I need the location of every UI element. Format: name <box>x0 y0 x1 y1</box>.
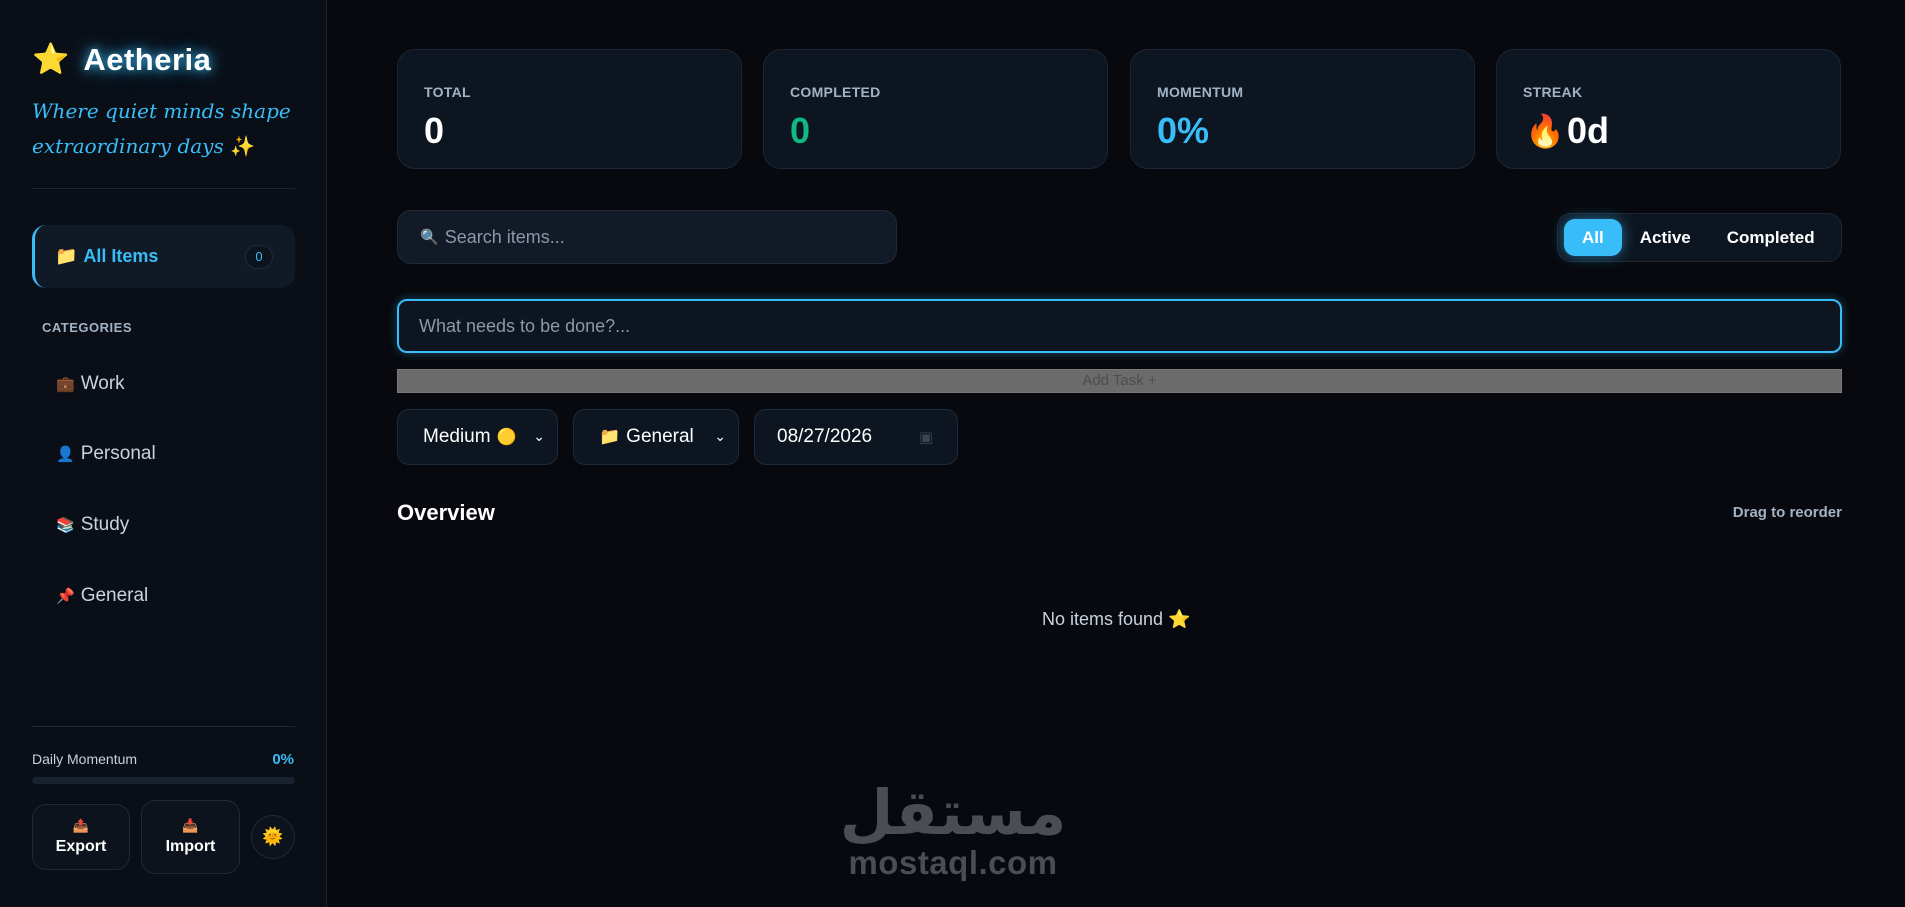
empty-state-text: No items found <box>1042 609 1164 629</box>
sidebar-item-label: Study <box>80 514 130 535</box>
stat-label: STREAK <box>1523 84 1583 100</box>
chevron-down-icon: ⌄ <box>714 428 726 444</box>
sidebar-item-label: General <box>80 585 149 606</box>
sidebar-item-label: All Items <box>83 246 159 266</box>
stat-card-streak: STREAK 🔥 0d <box>1496 49 1841 169</box>
sidebar-item-label: Personal <box>80 443 156 464</box>
stat-card-total: TOTAL 0 <box>397 49 742 169</box>
filter-all[interactable]: All <box>1564 219 1622 256</box>
categories-heading: CATEGORIES <box>42 320 132 335</box>
stat-card-momentum: MOMENTUM 0% <box>1130 49 1475 169</box>
add-task-button[interactable]: Add Task + <box>397 369 1842 393</box>
stat-label: TOTAL <box>424 84 471 100</box>
sidebar-item-study[interactable]: 📚 Study <box>56 514 129 536</box>
app-title: Aetheria <box>83 42 212 77</box>
books-icon: 📚 <box>56 517 75 534</box>
sidebar-item-all-items[interactable]: 📁 All Items 0 <box>32 225 295 288</box>
date-value: 08/27/2026 <box>777 426 873 447</box>
watermark-arabic: مستقل <box>839 776 1067 849</box>
sparkles-icon: ✨ <box>230 134 256 158</box>
stat-card-completed: COMPLETED 0 <box>763 49 1108 169</box>
search-input[interactable] <box>444 226 885 248</box>
stat-value: 0 <box>424 110 445 151</box>
sidebar-divider <box>32 188 295 189</box>
sidebar-item-personal[interactable]: 👤 Personal <box>56 443 156 465</box>
sidebar-item-general[interactable]: 📌 General <box>56 585 148 607</box>
yellow-circle-icon: 🟡 <box>496 429 517 446</box>
sidebar-item-work[interactable]: 💼 Work <box>56 373 125 395</box>
sidebar: ⭐ Aetheria Where quiet minds shape extra… <box>0 0 327 907</box>
folder-icon: 📁 <box>599 427 621 446</box>
filter-completed[interactable]: Completed <box>1709 219 1833 256</box>
drag-hint: Drag to reorder <box>1732 504 1842 521</box>
calendar-icon[interactable]: ▣ <box>919 428 933 446</box>
star-icon: ⭐ <box>32 43 70 76</box>
sidebar-divider <box>32 726 295 727</box>
watermark-latin: mostaql.com <box>848 844 1058 881</box>
pushpin-icon: 📌 <box>56 588 75 605</box>
fire-icon: 🔥 <box>1525 113 1565 149</box>
empty-state: No items found ⭐ <box>1042 609 1191 630</box>
watermark: مستقل mostaql.com <box>837 780 1069 880</box>
folder-icon: 📁 <box>55 246 78 266</box>
list-title: Overview <box>397 500 495 525</box>
daily-momentum-label: Daily Momentum <box>32 751 138 767</box>
category-select[interactable]: 📁 General ⌄ <box>573 409 739 465</box>
task-input-box <box>397 299 1842 353</box>
date-input[interactable]: 08/27/2026 ▣ <box>754 409 958 465</box>
stat-value: 0% <box>1157 110 1210 151</box>
tagline: Where quiet minds shape extraordinary da… <box>32 94 302 164</box>
brand: ⭐ Aetheria <box>32 42 211 78</box>
search-icon: 🔍 <box>420 229 439 246</box>
task-input[interactable] <box>419 315 1819 337</box>
chevron-down-icon: ⌄ <box>533 428 545 444</box>
daily-momentum-value: 0% <box>272 751 294 768</box>
stat-label: COMPLETED <box>790 84 881 100</box>
priority-value: Medium <box>423 426 491 447</box>
outbox-icon: 📤 <box>72 818 90 833</box>
import-button[interactable]: 📥 Import <box>141 800 240 874</box>
item-count-badge: 0 <box>245 245 273 269</box>
export-label: Export <box>55 838 107 855</box>
priority-select[interactable]: Medium 🟡 ⌄ <box>397 409 558 465</box>
stat-value: 0d <box>1567 110 1610 151</box>
sidebar-item-label: Work <box>80 373 125 394</box>
daily-momentum-progress <box>32 777 295 784</box>
category-value: General <box>626 426 694 447</box>
export-button[interactable]: 📤 Export <box>32 804 130 870</box>
filter-tabs: All Active Completed <box>1557 213 1842 262</box>
star-icon: ⭐ <box>1168 609 1191 629</box>
inbox-icon: 📥 <box>182 818 199 833</box>
search-box: 🔍 <box>397 210 897 264</box>
stat-value: 0 <box>790 110 811 151</box>
filter-active[interactable]: Active <box>1622 219 1709 256</box>
theme-toggle-button[interactable]: 🌞 <box>251 815 295 859</box>
person-icon: 👤 <box>56 446 75 463</box>
import-label: Import <box>165 838 216 855</box>
stat-label: MOMENTUM <box>1157 84 1244 100</box>
briefcase-icon: 💼 <box>56 376 75 393</box>
sun-icon: 🌞 <box>262 827 284 846</box>
